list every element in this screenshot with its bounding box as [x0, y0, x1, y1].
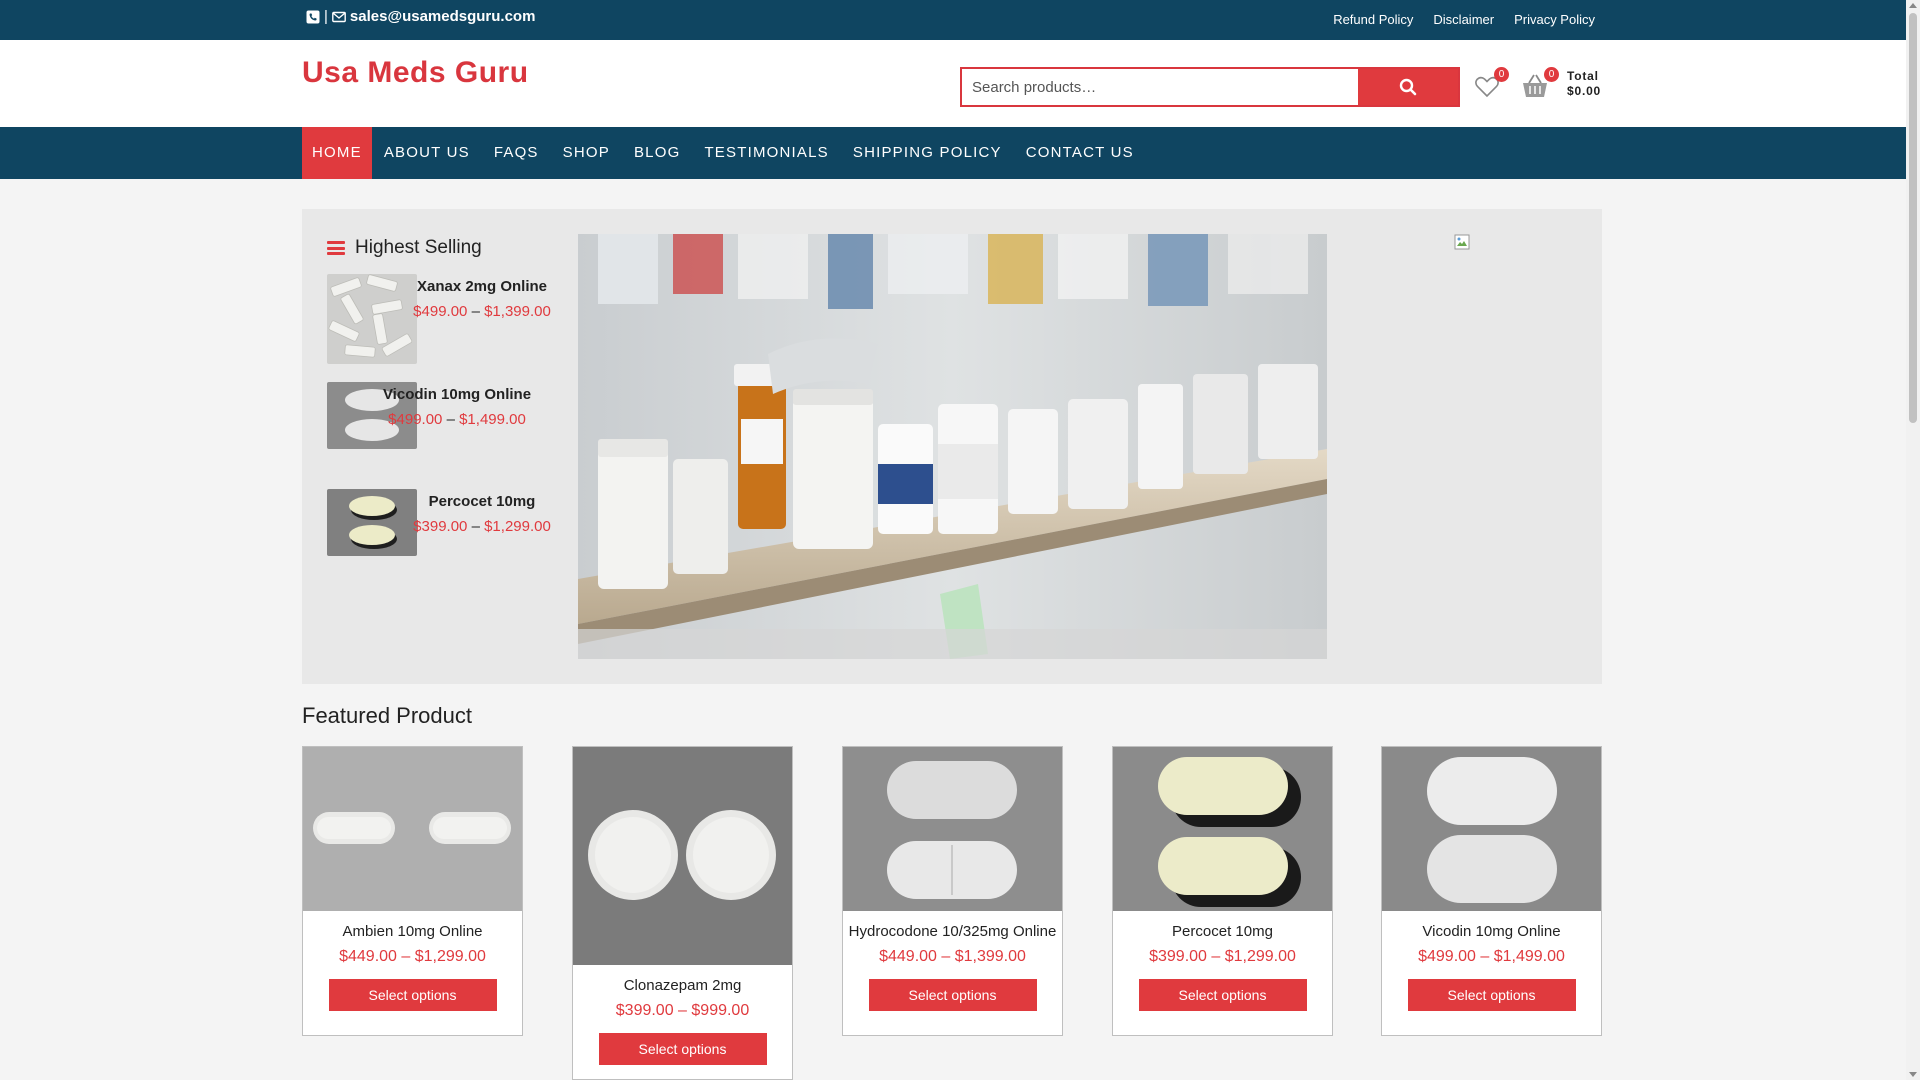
pharmacy-shelf-banner	[578, 234, 1327, 659]
search-form	[960, 67, 1460, 107]
nav-blog[interactable]: BLOG	[622, 127, 692, 179]
hero-section: Highest Selling Xanax 2mg Online $499.00…	[302, 209, 1602, 684]
search-icon	[1399, 78, 1417, 96]
nav-about-us[interactable]: ABOUT US	[372, 127, 482, 179]
select-options-button[interactable]: Select options	[1407, 979, 1576, 1011]
product-card-clonazepam: Clonazepam 2mg $399.00 – $999.00 Select …	[572, 746, 793, 1080]
product-card-vicodin: Vicodin 10mg Online $499.00 – $1,499.00 …	[1381, 746, 1602, 1036]
phone-icon[interactable]	[306, 10, 320, 24]
select-options-button[interactable]: Select options	[868, 979, 1037, 1011]
product-image[interactable]	[1113, 747, 1332, 911]
nav-home[interactable]: HOME	[302, 127, 372, 179]
product-image[interactable]	[303, 747, 522, 911]
product-image[interactable]	[843, 747, 1062, 911]
featured-product-heading: Featured Product	[302, 703, 472, 728]
sidebar-product-name[interactable]: Vicodin 10mg Online	[382, 382, 532, 407]
product-price: $399.00 – $1,299.00	[1149, 948, 1296, 965]
nav-testimonials[interactable]: TESTIMONIALS	[692, 127, 840, 179]
product-card-hydrocodone: Hydrocodone 10/325mg Online $449.00 – $1…	[842, 746, 1063, 1036]
select-options-button[interactable]: Select options	[1138, 979, 1307, 1011]
product-thumbnail[interactable]	[327, 489, 417, 556]
broken-image-icon	[1454, 234, 1470, 250]
scroll-down-arrow[interactable]	[1909, 1072, 1917, 1077]
product-card-ambien: Ambien 10mg Online $449.00 – $1,299.00 S…	[302, 746, 523, 1036]
highest-selling-title: Highest Selling	[355, 237, 482, 258]
search-input[interactable]	[962, 69, 1358, 105]
sidebar-product-price: $499.00 – $1,399.00	[413, 303, 551, 320]
privacy-policy-link[interactable]: Privacy Policy	[1514, 12, 1595, 27]
highest-selling-heading: Highest Selling	[327, 237, 482, 259]
product-price: $449.00 – $1,399.00	[879, 948, 1026, 965]
top-bar: | sales@usamedsguru.com Refund Policy Di…	[0, 0, 1906, 40]
sidebar-product-name[interactable]: Xanax 2mg Online	[407, 274, 557, 299]
nav-shipping-policy[interactable]: SHIPPING POLICY	[841, 127, 1014, 179]
product-image[interactable]	[573, 747, 792, 965]
cart-total-value: $0.00	[1567, 84, 1602, 98]
disclaimer-link[interactable]: Disclaimer	[1433, 12, 1494, 27]
sidebar-product-price: $499.00 – $1,499.00	[388, 411, 526, 428]
product-price: $449.00 – $1,299.00	[339, 948, 486, 965]
price-low: $499.00	[413, 303, 468, 320]
site-header: Usa Meds Guru 0 0 Total $0.00	[0, 40, 1906, 127]
scroll-up-arrow[interactable]	[1909, 3, 1917, 8]
nav-contact-us[interactable]: CONTACT US	[1014, 127, 1146, 179]
main-nav: HOME ABOUT US FAQS SHOP BLOG TESTIMONIAL…	[0, 127, 1906, 179]
nav-faqs[interactable]: FAQS	[482, 127, 551, 179]
envelope-icon	[332, 11, 346, 22]
contact-info: | sales@usamedsguru.com	[306, 8, 535, 25]
menu-icon	[327, 241, 345, 255]
cart-total-label: Total	[1567, 69, 1599, 83]
product-price: $399.00 – $999.00	[615, 1002, 750, 1019]
product-thumbnail[interactable]	[327, 274, 417, 364]
product-name[interactable]: Clonazepam 2mg	[573, 977, 792, 994]
nav-shop[interactable]: SHOP	[551, 127, 622, 179]
product-card-percocet: Percocet 10mg $399.00 – $1,299.00 Select…	[1112, 746, 1333, 1036]
scrollbar-thumb[interactable]	[1909, 13, 1917, 423]
refund-policy-link[interactable]: Refund Policy	[1333, 12, 1413, 27]
contact-email[interactable]: sales@usamedsguru.com	[350, 8, 536, 25]
price-high: $1,299.00	[484, 518, 551, 535]
product-image[interactable]	[1382, 747, 1601, 911]
select-options-button[interactable]: Select options	[328, 979, 497, 1011]
price-high: $1,499.00	[459, 411, 526, 428]
price-low: $399.00	[413, 518, 468, 535]
product-name[interactable]: Vicodin 10mg Online	[1382, 923, 1601, 940]
product-price: $499.00 – $1,499.00	[1418, 948, 1565, 965]
product-name[interactable]: Percocet 10mg	[1113, 923, 1332, 940]
page-scrollbar[interactable]	[1906, 0, 1920, 1080]
product-name[interactable]: Ambien 10mg Online	[303, 923, 522, 940]
site-logo[interactable]: Usa Meds Guru	[302, 56, 529, 90]
cart-total[interactable]: Total $0.00	[1567, 69, 1601, 99]
search-button[interactable]	[1358, 69, 1458, 105]
select-options-button[interactable]: Select options	[598, 1033, 767, 1065]
sidebar-product-name[interactable]: Percocet 10mg	[407, 489, 557, 514]
top-links: Refund Policy Disclaimer Privacy Policy	[1333, 12, 1595, 27]
product-name[interactable]: Hydrocodone 10/325mg Online	[843, 923, 1062, 940]
separator: |	[324, 8, 328, 25]
cart-count-badge: 0	[1544, 67, 1559, 82]
wishlist-count-badge: 0	[1494, 67, 1509, 82]
price-high: $1,399.00	[484, 303, 551, 320]
sidebar-product-price: $399.00 – $1,299.00	[413, 518, 551, 535]
price-low: $499.00	[388, 411, 443, 428]
